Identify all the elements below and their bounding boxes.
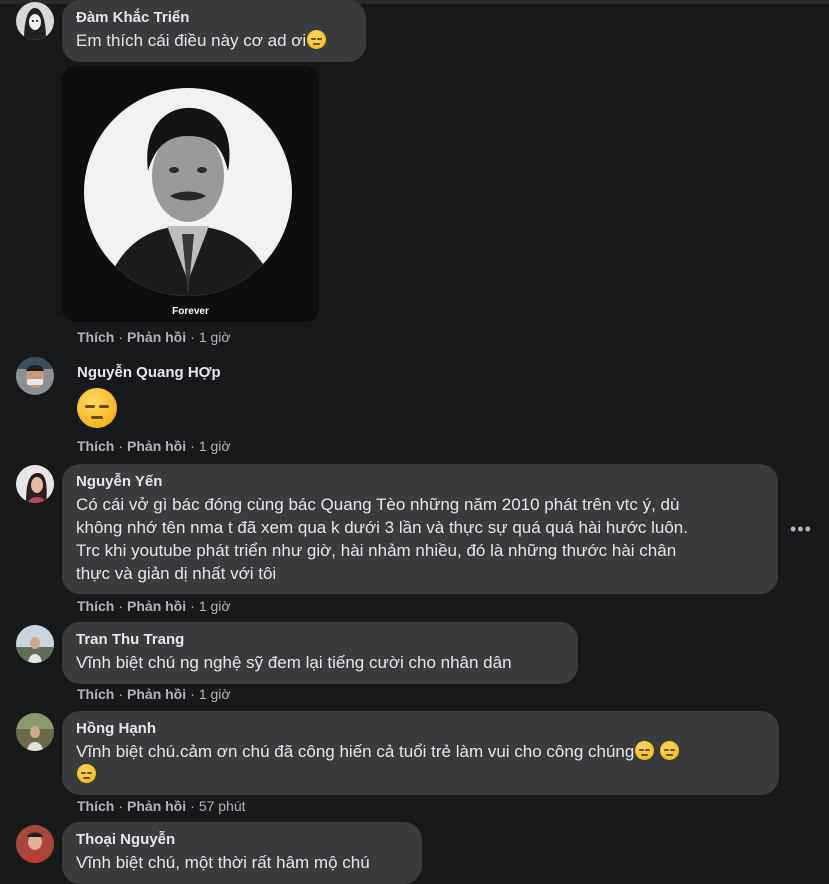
comment-bubble: Nguyễn Yến Có cái vở gì bác đóng cùng bá… (62, 464, 778, 594)
disappointed-emoji-icon (77, 388, 117, 428)
reply-button[interactable]: Phản hồi (127, 438, 186, 454)
comment-bubble: Tran Thu Trang Vĩnh biệt chú ng nghệ sỹ … (62, 622, 578, 684)
avatar[interactable] (16, 2, 54, 40)
like-button[interactable]: Thích (77, 798, 114, 814)
comment-actions: Thích · Phản hồi · 1 giờ (77, 438, 231, 454)
timestamp[interactable]: 1 giờ (199, 438, 231, 454)
comment-text: Vĩnh biệt chú.cảm ơn chú đã công hiến cả… (76, 742, 635, 761)
comment-photo[interactable]: Forever (62, 66, 319, 322)
commenter-name[interactable]: Tran Thu Trang (76, 630, 564, 649)
like-button[interactable]: Thích (77, 438, 114, 454)
commenter-name[interactable]: Đàm Khắc Triển (76, 8, 352, 27)
comment-text-line: không nhớ tên nma t đã xem qua k dưới 3 … (76, 518, 688, 537)
avatar[interactable] (16, 825, 54, 863)
comment-bubble: Đàm Khắc Triển Em thích cái điều này cơ … (62, 0, 366, 62)
like-button[interactable]: Thích (77, 598, 114, 614)
comment-actions: Thích · Phản hồi · 1 giờ (77, 598, 231, 614)
comment-actions: Thích · Phản hồi · 1 giờ (77, 329, 231, 345)
avatar[interactable] (16, 357, 54, 395)
timestamp[interactable]: 57 phút (199, 798, 246, 814)
timestamp[interactable]: 1 giờ (199, 598, 231, 614)
reply-button[interactable]: Phản hồi (127, 329, 186, 345)
avatar[interactable] (16, 713, 54, 751)
comment-text-line: thực và giản dị nhất với tôi (76, 564, 277, 583)
comment-text: Vĩnh biệt chú ng nghệ sỹ đem lại tiếng c… (76, 653, 512, 672)
more-options-button[interactable]: ••• (790, 519, 812, 540)
comment-actions: Thích · Phản hồi · 57 phút (77, 798, 246, 814)
commenter-name[interactable]: Nguyễn Quang HỢp (77, 364, 221, 381)
commenter-name[interactable]: Hồng Hạnh (76, 719, 765, 738)
like-button[interactable]: Thích (77, 329, 114, 345)
disappointed-emoji-icon (307, 30, 327, 49)
commenter-name[interactable]: Nguyễn Yến (76, 472, 764, 491)
comment-text-line: Trc khi youtube phát triển như giờ, hài … (76, 541, 677, 560)
avatar[interactable] (16, 625, 54, 663)
like-button[interactable]: Thích (77, 686, 114, 702)
sleepy-face-emoji-icon (77, 764, 96, 783)
comment-text-line: Có cái vở gì bác đóng cùng bác Quang Tèo… (76, 495, 680, 514)
commenter-name[interactable]: Thoại Nguyễn (76, 830, 408, 849)
timestamp[interactable]: 1 giờ (199, 686, 231, 702)
comment-actions: Thích · Phản hồi · 1 giờ (77, 686, 231, 702)
portrait-image (84, 88, 292, 296)
sleepy-face-emoji-icon (660, 741, 680, 760)
comment-text: Em thích cái điều này cơ ad ơi (76, 31, 307, 50)
reply-button[interactable]: Phản hồi (127, 798, 186, 814)
photo-caption: Forever (172, 306, 209, 317)
reply-button[interactable]: Phản hồi (127, 598, 186, 614)
reply-button[interactable]: Phản hồi (127, 686, 186, 702)
comment-bubble: Hồng Hạnh Vĩnh biệt chú.cảm ơn chú đã cô… (62, 711, 779, 795)
timestamp[interactable]: 1 giờ (199, 329, 231, 345)
sleepy-face-emoji-icon (635, 741, 655, 760)
comment-text: Vĩnh biệt chú, một thời rất hâm mộ chú (76, 853, 370, 872)
comment-bubble: Thoại Nguyễn Vĩnh biệt chú, một thời rất… (62, 822, 422, 884)
avatar[interactable] (16, 465, 54, 503)
